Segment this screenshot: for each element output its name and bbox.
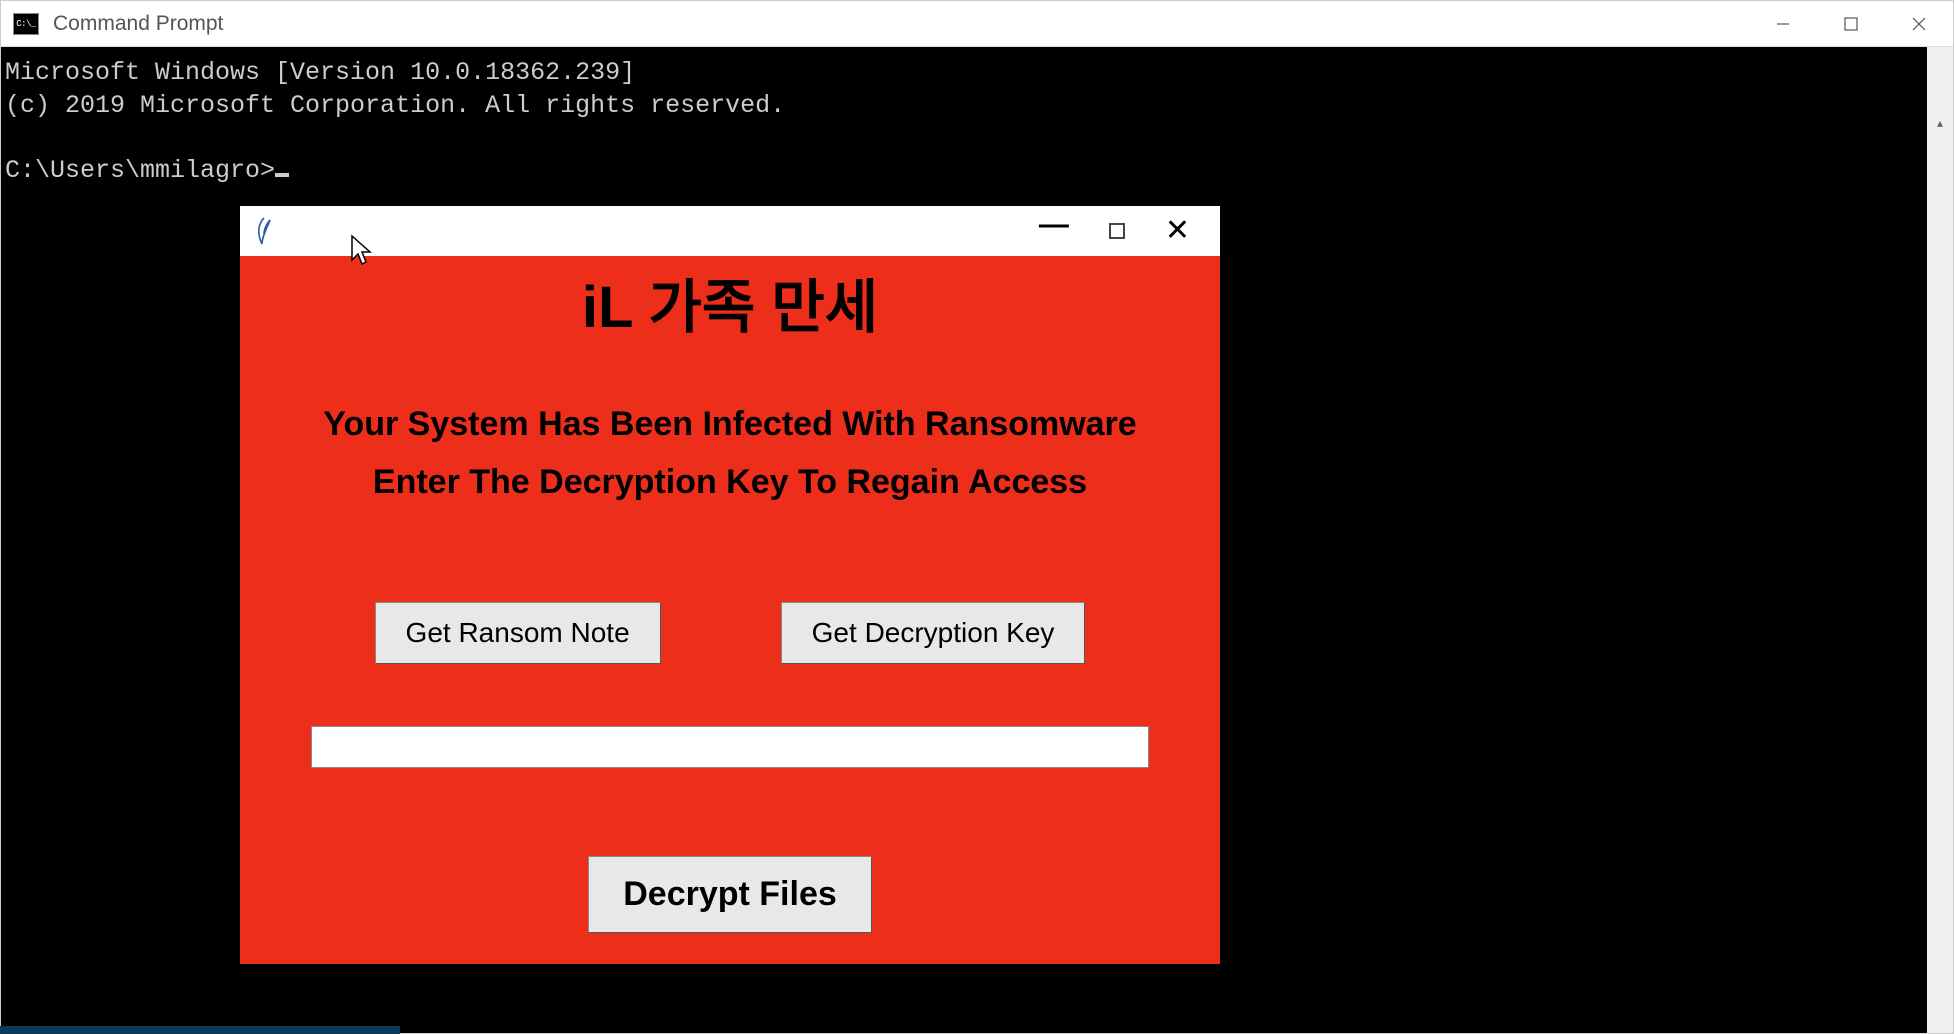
ransom-body: iL 가족 만세 Your System Has Been Infected W…: [240, 256, 1220, 964]
decrypt-files-button[interactable]: Decrypt Files: [588, 856, 872, 933]
ransom-maximize-button[interactable]: [1109, 223, 1125, 239]
ransom-window-controls: — ✕: [1039, 216, 1220, 246]
get-decryption-key-button[interactable]: Get Decryption Key: [781, 602, 1086, 664]
decrypt-button-wrap: Decrypt Files: [588, 856, 872, 933]
cmd-window-title: Command Prompt: [53, 12, 223, 36]
cmd-window-controls: [1749, 1, 1953, 46]
cmd-prompt: C:\Users\mmilagro>: [5, 156, 275, 185]
ransomware-dialog: — ✕ iL 가족 만세 Your System Has Been Infect…: [240, 206, 1220, 964]
ransom-close-button[interactable]: ✕: [1165, 216, 1190, 246]
tk-feather-icon: [254, 216, 274, 246]
cmd-output-line: Microsoft Windows [Version 10.0.18362.23…: [5, 58, 635, 87]
ransom-message-line1: Your System Has Been Infected With Ranso…: [323, 396, 1136, 454]
cmd-minimize-button[interactable]: [1749, 1, 1817, 46]
cmd-titlebar[interactable]: Command Prompt: [1, 1, 1953, 47]
ransom-button-row: Get Ransom Note Get Decryption Key: [375, 602, 1086, 664]
decryption-key-input[interactable]: [311, 726, 1149, 768]
cmd-scroll-up-button[interactable]: ▴: [1927, 112, 1953, 138]
ransom-message-line2: Enter The Decryption Key To Regain Acces…: [323, 454, 1136, 512]
cmd-scrollbar[interactable]: ▴: [1927, 47, 1953, 1033]
cmd-close-button[interactable]: [1885, 1, 1953, 46]
ransom-heading: iL 가족 만세: [582, 260, 878, 344]
ransom-titlebar[interactable]: — ✕: [240, 206, 1220, 256]
get-ransom-note-button[interactable]: Get Ransom Note: [375, 602, 661, 664]
ransom-minimize-button[interactable]: —: [1039, 210, 1069, 240]
cmd-maximize-button[interactable]: [1817, 1, 1885, 46]
cmd-output-line: (c) 2019 Microsoft Corporation. All righ…: [5, 91, 785, 120]
taskbar-fragment[interactable]: [0, 1026, 400, 1034]
cmd-icon: [13, 13, 39, 35]
cmd-cursor: [275, 173, 289, 177]
ransom-message: Your System Has Been Infected With Ranso…: [323, 396, 1136, 512]
